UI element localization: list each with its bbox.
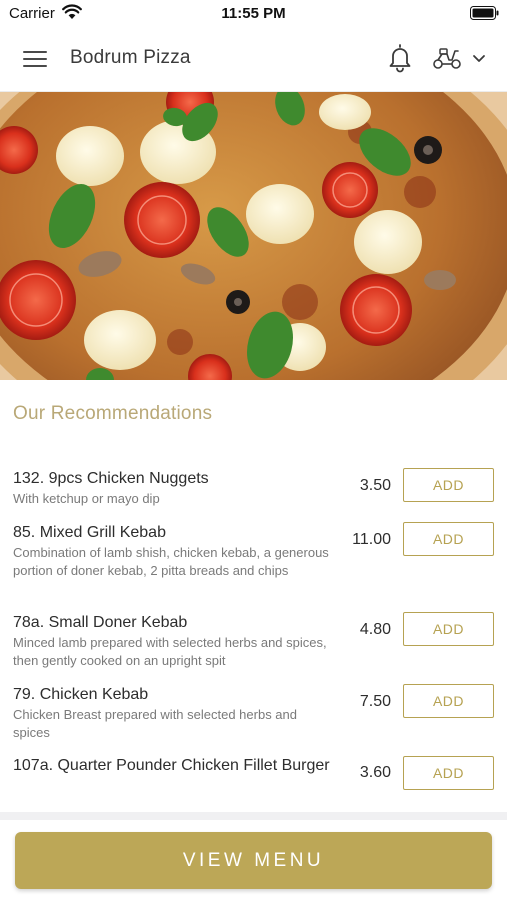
pizza-illustration: [0, 92, 507, 380]
add-button[interactable]: ADD: [403, 756, 494, 790]
menu-item: 78a. Small Doner Kebab Minced lamb prepa…: [0, 612, 507, 674]
menu-item: 132. 9pcs Chicken Nuggets With ketchup o…: [0, 468, 507, 514]
clock-time: 11:55 PM: [221, 5, 286, 22]
menu-item: 107a. Quarter Pounder Chicken Fillet Bur…: [0, 756, 507, 797]
add-button[interactable]: ADD: [403, 468, 494, 502]
menu-item: 79. Chicken Kebab Chicken Breast prepare…: [0, 684, 507, 746]
hero-pizza-image: [0, 92, 507, 380]
section-title-recommendations: Our Recommendations: [13, 403, 213, 424]
item-price: 3.50: [359, 477, 391, 494]
view-menu-button[interactable]: VIEW MENU: [15, 832, 492, 889]
app-header: Bodrum Pizza: [0, 26, 507, 92]
item-name: 79. Chicken Kebab: [13, 686, 149, 703]
add-button[interactable]: ADD: [403, 684, 494, 718]
item-name: 132. 9pcs Chicken Nuggets: [13, 470, 209, 487]
page-title: Bodrum Pizza: [70, 47, 191, 68]
menu-icon[interactable]: [22, 48, 48, 70]
scooter-icon[interactable]: [431, 46, 463, 70]
item-price: 3.60: [359, 764, 391, 781]
item-name: 85. Mixed Grill Kebab: [13, 524, 166, 541]
add-button[interactable]: ADD: [403, 612, 494, 646]
item-description: Minced lamb prepared with selected herbs…: [13, 635, 327, 668]
battery-icon: [470, 6, 499, 20]
item-name: 107a. Quarter Pounder Chicken Fillet Bur…: [13, 757, 330, 774]
item-description: Chicken Breast prepared with selected he…: [13, 707, 297, 740]
chevron-down-icon[interactable]: [471, 53, 487, 65]
item-name: 78a. Small Doner Kebab: [13, 614, 188, 631]
item-price: 11.00: [352, 531, 391, 548]
item-price: 4.80: [359, 621, 391, 638]
item-price: 7.50: [359, 693, 391, 710]
item-description: Combination of lamb shish, chicken kebab…: [13, 545, 329, 578]
menu-item: 85. Mixed Grill Kebab Combination of lam…: [0, 522, 507, 604]
status-bar: Carrier 11:55 PM: [0, 0, 507, 26]
bell-icon[interactable]: [386, 43, 414, 73]
item-description: With ketchup or mayo dip: [13, 491, 160, 506]
add-button[interactable]: ADD: [403, 522, 494, 556]
footer-divider: [0, 812, 507, 820]
